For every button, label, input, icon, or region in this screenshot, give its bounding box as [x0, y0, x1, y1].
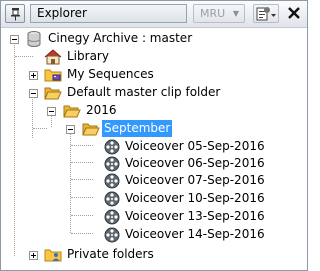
mru-dropdown-button[interactable]: MRU ▼	[193, 4, 245, 23]
tree-node-root[interactable]: Cinegy Archive : master	[1, 30, 301, 48]
tree-node-label: Default master clip folder	[67, 85, 221, 99]
properties-menu-button[interactable]	[253, 4, 279, 23]
tree-node-my-sequences[interactable]: My Sequences	[1, 66, 301, 84]
tree-node-label: Library	[67, 49, 109, 63]
database-icon	[27, 31, 41, 47]
close-button[interactable]	[284, 4, 304, 23]
folder-open-icon	[82, 123, 100, 136]
tree-node-label: September	[102, 120, 173, 137]
private-folder-icon	[44, 249, 62, 262]
film-reel-icon	[104, 209, 120, 225]
film-reel-icon	[104, 191, 120, 207]
explorer-tree: Cinegy Archive : master Library My Seque…	[1, 28, 307, 271]
tree-node-label: Voiceover 14-Sep-2016	[125, 227, 265, 241]
tree-node-label: My Sequences	[67, 67, 154, 81]
tree-node-clip[interactable]: Voiceover 10-Sep-2016	[1, 190, 301, 208]
film-reel-icon	[104, 139, 120, 155]
folder-open-icon	[44, 87, 62, 100]
tree-node-year[interactable]: 2016	[1, 102, 301, 120]
collapse-toggle[interactable]	[29, 89, 38, 98]
collapse-toggle[interactable]	[47, 107, 56, 116]
collapse-toggle[interactable]	[66, 125, 75, 134]
explorer-toolbar: Explorer MRU ▼	[1, 1, 307, 28]
tree-node-label: 2016	[86, 103, 117, 117]
expand-toggle[interactable]	[29, 251, 38, 260]
expand-toggle[interactable]	[29, 71, 38, 80]
panel-title: Explorer	[30, 4, 187, 23]
close-icon	[288, 7, 300, 19]
tree-node-label: Voiceover 13-Sep-2016	[125, 209, 265, 223]
tree-node-clip[interactable]: Voiceover 06-Sep-2016	[1, 155, 301, 173]
properties-menu-icon	[256, 7, 276, 21]
tree-node-label: Cinegy Archive : master	[48, 31, 193, 45]
film-reel-icon	[104, 227, 120, 243]
film-reel-icon	[104, 173, 120, 189]
film-reel-icon	[104, 156, 120, 172]
sequences-folder-icon	[44, 69, 62, 82]
tree-node-default-master-clip-folder[interactable]: Default master clip folder	[1, 84, 301, 102]
pin-button[interactable]	[5, 4, 25, 23]
tree-node-label: Private folders	[67, 247, 154, 261]
tree-node-label: Voiceover 07-Sep-2016	[125, 173, 265, 187]
tree-node-label: Voiceover 06-Sep-2016	[125, 156, 265, 170]
tree-node-clip[interactable]: Voiceover 07-Sep-2016	[1, 172, 301, 190]
library-icon	[44, 49, 62, 65]
folder-open-icon	[63, 105, 81, 118]
explorer-window: Explorer MRU ▼ Cinegy Archive: master L…	[0, 0, 308, 271]
tree-node-clip[interactable]: Voiceover 13-Sep-2016	[1, 208, 301, 226]
tree-node-private-folders[interactable]: Private folders	[1, 246, 301, 264]
tree-node-clip[interactable]: Voiceover 14-Sep-2016	[1, 226, 301, 244]
collapse-toggle[interactable]	[10, 35, 19, 44]
tree-node-clip[interactable]: Voiceover 05-Sep-2016	[1, 138, 301, 156]
tree-node-label: Voiceover 10-Sep-2016	[125, 191, 265, 205]
chevron-down-icon: ▼	[232, 9, 239, 18]
tree-node-label: Voiceover 05-Sep-2016	[125, 139, 265, 153]
tree-node-month[interactable]: September	[1, 120, 301, 138]
tree-node-library[interactable]: Library	[1, 48, 301, 66]
mru-label: MRU	[200, 7, 226, 20]
pin-icon	[11, 8, 20, 21]
